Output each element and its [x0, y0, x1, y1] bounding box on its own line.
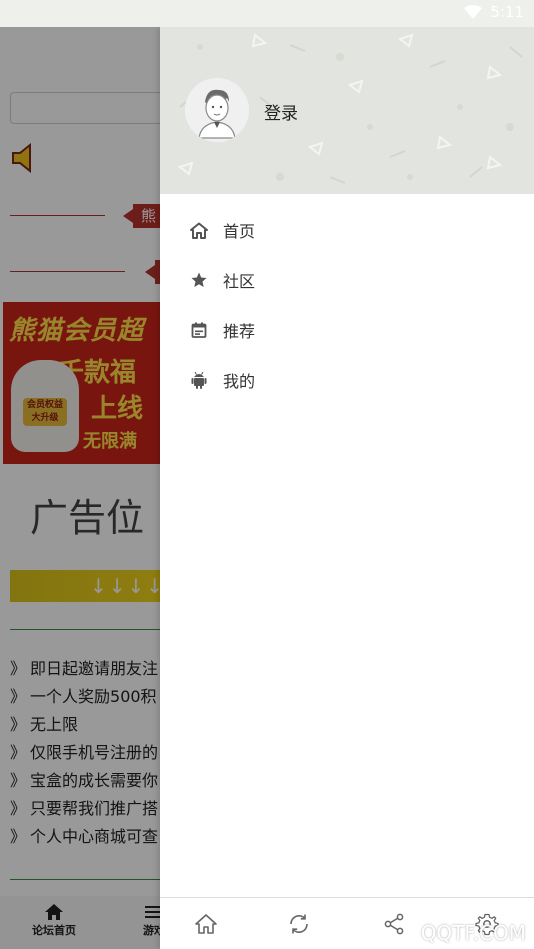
menu-item-label: 我的: [223, 372, 256, 391]
watermark: QQTF.COM: [420, 921, 526, 945]
android-icon: [189, 370, 209, 390]
avatar[interactable]: [185, 78, 249, 142]
star-icon: [189, 270, 209, 290]
menu-item-label: 推荐: [223, 322, 256, 341]
menu-item-label: 首页: [223, 222, 256, 241]
refresh-icon[interactable]: [287, 912, 311, 936]
calendar-icon: [189, 320, 209, 340]
login-link[interactable]: 登录: [264, 99, 298, 124]
user-avatar-icon: [185, 78, 249, 142]
menu-item-mine[interactable]: 我的: [160, 355, 534, 405]
menu-item-recommend[interactable]: 推荐: [160, 305, 534, 355]
status-time: 5:11: [490, 3, 524, 21]
drawer-header: 登录: [160, 27, 534, 194]
home-icon: [189, 220, 209, 240]
menu-item-home[interactable]: 首页: [160, 205, 534, 255]
wifi-icon: [464, 5, 483, 19]
menu-item-community[interactable]: 社区: [160, 255, 534, 305]
home-icon[interactable]: [194, 912, 218, 936]
menu-item-label: 社区: [223, 272, 256, 291]
drawer-menu: 首页 社区 推荐 我的: [160, 205, 534, 405]
share-icon[interactable]: [382, 912, 406, 936]
status-bar: 5:11: [0, 0, 534, 27]
status-indicators: 5:11: [464, 3, 524, 21]
navigation-drawer: 登录 首页 社区 推荐 我的: [160, 27, 534, 949]
